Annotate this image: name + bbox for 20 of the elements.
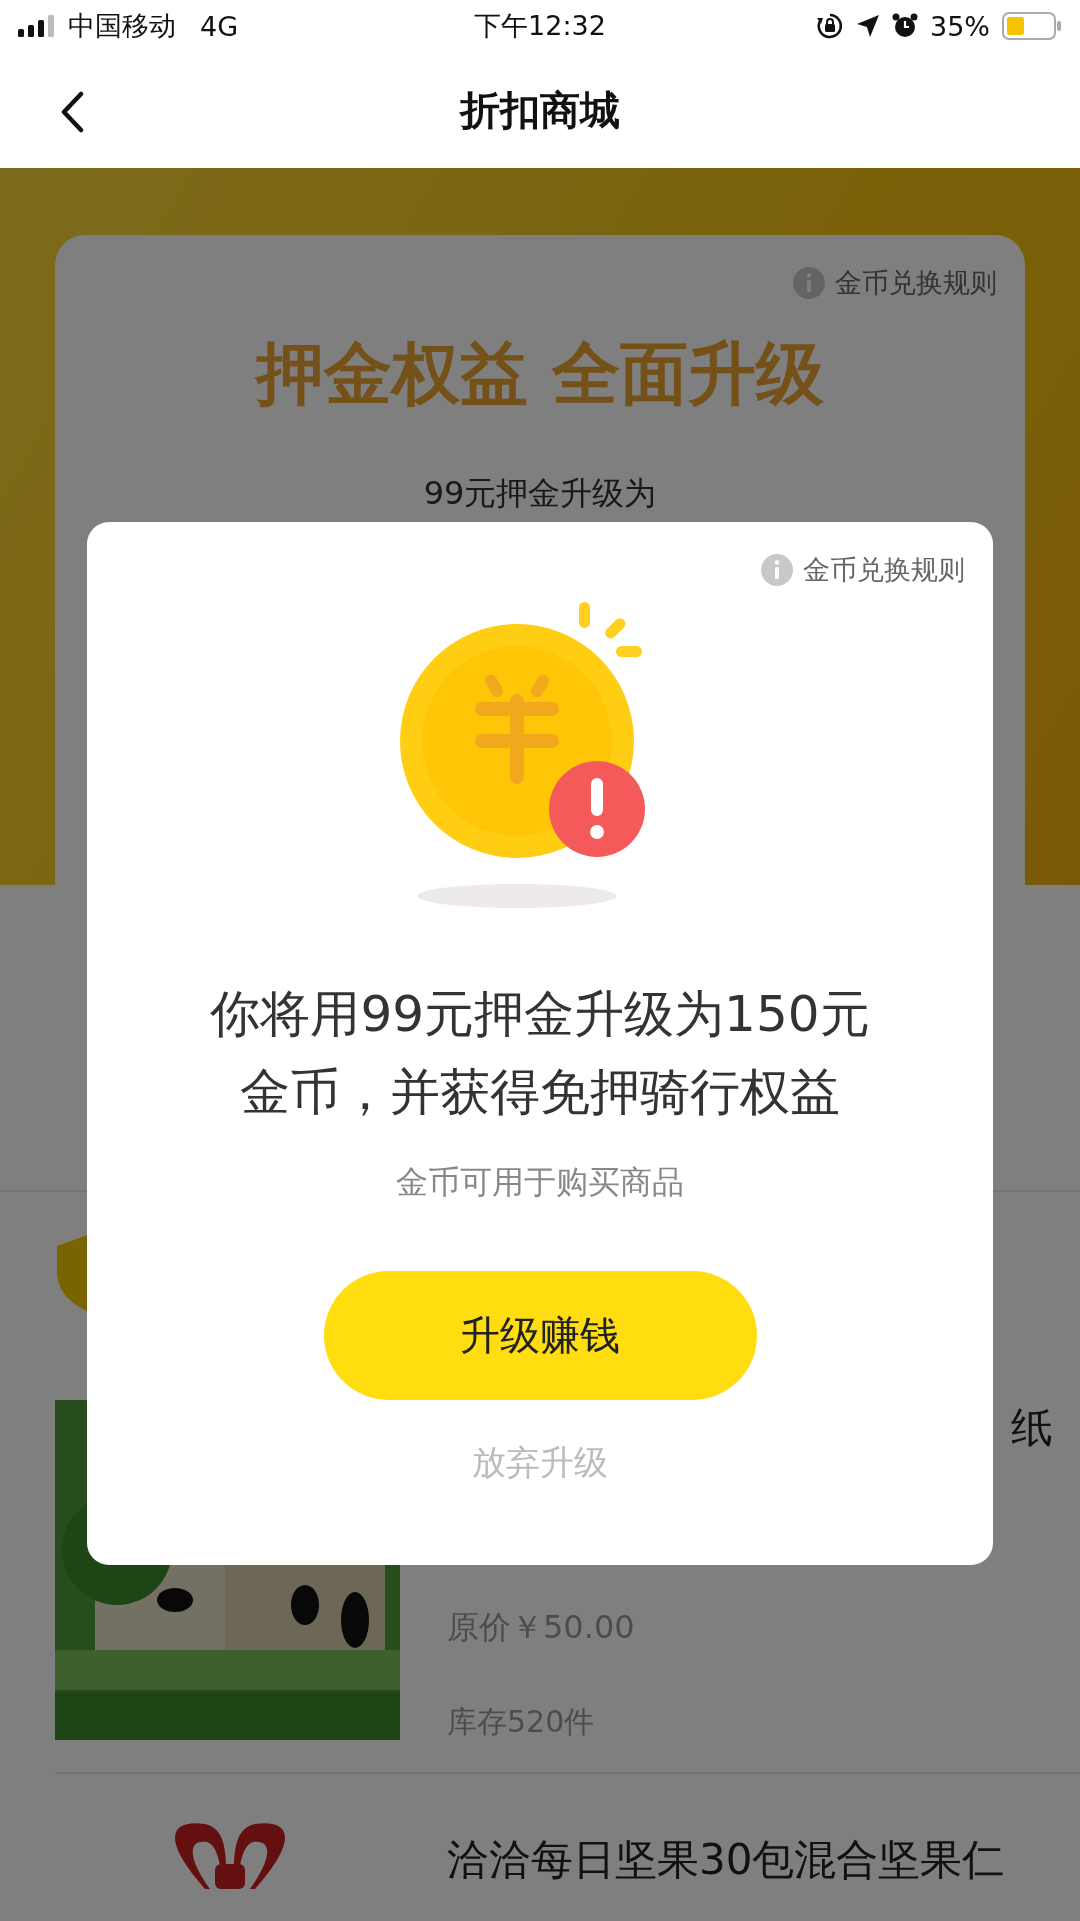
info-icon xyxy=(761,554,793,586)
product-title: 洽洽每日坚果30包混合坚果仁 xyxy=(447,1834,1005,1886)
usage-note: 金币可用于购买商品 xyxy=(396,1162,684,1203)
promo-subline: 99元押金升级为 xyxy=(423,473,657,514)
rules-link[interactable]: 金币兑换规则 xyxy=(803,552,965,588)
info-icon xyxy=(793,267,825,299)
battery-percent: 35% xyxy=(930,10,990,42)
product-title: 纸 xyxy=(1011,1402,1053,1454)
location-arrow-icon xyxy=(856,14,880,38)
clock-time: 下午12:32 xyxy=(474,9,606,43)
upgrade-button[interactable]: 升级赚钱 xyxy=(323,1271,757,1400)
page-title: 折扣商城 xyxy=(460,85,620,135)
upgrade-message: 你将用99元押金升级为150元 金币，并获得免押骑行权益 xyxy=(210,984,870,1123)
network-type: 4G xyxy=(200,10,239,42)
rotation-lock-icon xyxy=(816,12,844,40)
battery-icon xyxy=(1002,12,1062,40)
promo-headline: 押金权益 全面升级 xyxy=(256,333,824,415)
carrier-name: 中国移动 xyxy=(68,9,176,43)
rules-link[interactable]: 金币兑换规则 xyxy=(835,265,997,301)
alarm-icon xyxy=(892,13,918,39)
